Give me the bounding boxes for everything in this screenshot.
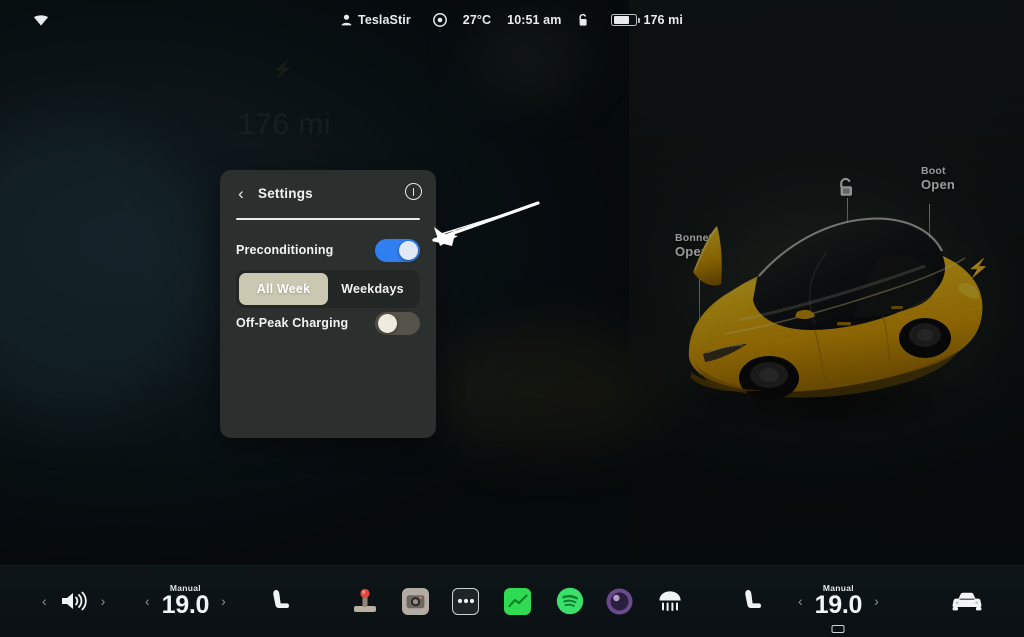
header-divider: [236, 218, 420, 221]
app-energy-button[interactable]: [504, 565, 531, 637]
driver-temp-up-button[interactable]: ›: [221, 594, 226, 608]
tesla-touchscreen: ⚡ 176 mi Bonnet Open Boot Open ⚡ TeslaSt…: [0, 0, 1024, 637]
app-media-button[interactable]: [606, 565, 633, 637]
status-bar-center-group: TeslaStir 27°C 10:51 am 176 mi: [0, 13, 1024, 27]
driver-temp-display[interactable]: Manual 19.0: [161, 583, 210, 620]
app-more-button[interactable]: [452, 565, 479, 637]
windshield-defrost-icon[interactable]: [831, 624, 845, 633]
passenger-temp-display[interactable]: Manual 19.0: [814, 583, 863, 633]
charging-settings-card: ‹ Settings Preconditioning All Week Week…: [220, 170, 436, 438]
seat-heater-icon: [745, 590, 761, 608]
app-arcade-button[interactable]: [350, 565, 380, 637]
bottom-app-bar: ‹ › ‹ Manual 19.0 › ‹ Manual 19.0 ›: [0, 565, 1024, 637]
camera-icon: [402, 587, 429, 615]
spotify-icon: [556, 587, 584, 615]
page-title: Settings: [258, 185, 313, 201]
profile-name: TeslaStir: [358, 13, 411, 27]
driver-temp-down-button[interactable]: ‹: [145, 594, 150, 608]
schedule-segmented-control: All Week Weekdays: [236, 270, 420, 308]
car-controls-button[interactable]: [950, 565, 984, 637]
fan-circle-icon: [432, 13, 447, 27]
app-camera-button[interactable]: [402, 565, 429, 637]
app-spotify-button[interactable]: [556, 565, 584, 637]
outside-temperature: 27°C: [462, 13, 492, 27]
modal-scrim: [0, 0, 1024, 565]
arcade-joystick-icon: [354, 588, 376, 612]
passenger-climate-control: ‹ Manual 19.0 ›: [798, 565, 879, 637]
info-circle-icon[interactable]: [405, 183, 422, 200]
volume-icon[interactable]: [59, 590, 89, 612]
passenger-seat-heater-button[interactable]: [740, 565, 764, 637]
battery-indicator[interactable]: 176 mi: [611, 13, 683, 27]
media-orb-icon: [606, 588, 633, 614]
preconditioning-label: Preconditioning: [236, 243, 334, 257]
seat-heater-icon: [273, 590, 289, 608]
passenger-temp-up-button[interactable]: ›: [874, 594, 879, 608]
annotation-arrow: [414, 200, 540, 261]
unlocked-padlock-icon: [579, 13, 588, 26]
segment-all-week[interactable]: All Week: [239, 273, 328, 305]
settings-header: ‹ Settings: [220, 170, 436, 216]
volume-down-button[interactable]: ‹: [42, 594, 47, 608]
profile-button[interactable]: TeslaStir: [341, 13, 411, 27]
passenger-temp-value: 19.0: [814, 590, 863, 619]
rear-defrost-button[interactable]: [656, 565, 684, 637]
back-button[interactable]: ‹: [234, 183, 248, 203]
driver-temp-value: 19.0: [161, 590, 210, 619]
clock: 10:51 am: [507, 13, 562, 27]
off-peak-charging-label: Off-Peak Charging: [236, 316, 349, 330]
driver-seat-heater-button[interactable]: [268, 565, 292, 637]
more-dots-icon: [452, 587, 479, 615]
rear-defrost-icon: [659, 591, 681, 611]
passenger-temp-down-button[interactable]: ‹: [798, 594, 803, 608]
driver-climate-control: ‹ Manual 19.0 ›: [145, 565, 226, 637]
range-remaining: 176 mi: [643, 13, 683, 27]
status-bar: TeslaStir 27°C 10:51 am 176 mi: [0, 0, 1024, 40]
lock-button[interactable]: [577, 13, 589, 27]
car-front-icon: [952, 592, 982, 611]
energy-graph-icon: [504, 587, 531, 615]
off-peak-charging-row: Off-Peak Charging: [220, 310, 436, 336]
volume-control: ‹ ›: [42, 565, 105, 637]
person-icon: [341, 14, 352, 26]
climate-button[interactable]: [432, 13, 447, 27]
battery-icon: [611, 14, 640, 26]
preconditioning-row: Preconditioning: [220, 237, 436, 263]
segment-weekdays[interactable]: Weekdays: [328, 273, 417, 305]
off-peak-charging-toggle[interactable]: [375, 311, 420, 335]
volume-up-button[interactable]: ›: [101, 594, 106, 608]
